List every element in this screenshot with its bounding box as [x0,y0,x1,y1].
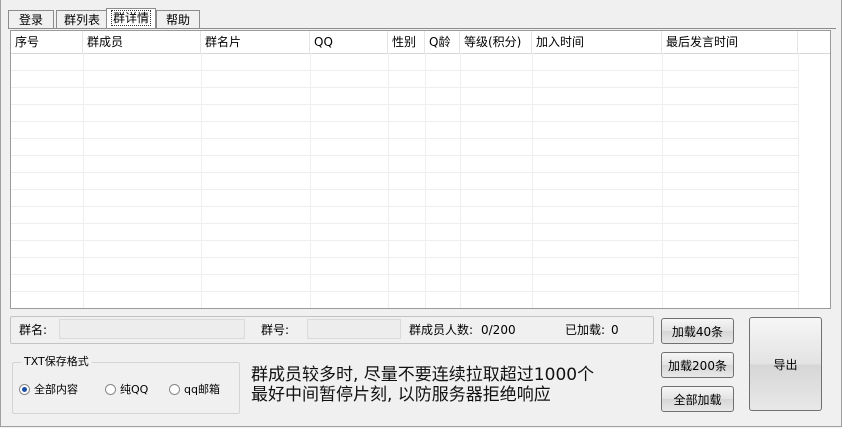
export-button[interactable]: 导出 [749,317,822,411]
tab-login[interactable]: 登录 [8,10,54,28]
column-header-index[interactable]: 序号 [11,31,83,53]
load-200-button[interactable]: 加载200条 [661,352,734,378]
grid-row-line [11,138,798,139]
group-id-field[interactable] [307,319,401,339]
radio-qq-only[interactable]: 纯QQ [105,383,148,397]
grid-column-line [532,53,533,308]
loaded-count-value: 0 [611,323,619,337]
txt-format-title: TXT保存格式 [21,355,92,369]
grid-row-line [11,172,798,173]
loaded-count-label: 已加载: [565,323,606,337]
grid-row-line [11,121,798,122]
member-count-label: 群成员人数: [409,323,474,337]
radio-qq-email-label: qq邮箱 [184,383,220,396]
grid-row-line [11,291,798,292]
radio-qq-only-label: 纯QQ [120,383,149,396]
grid-row-line [11,274,798,275]
column-header-qq[interactable]: QQ [310,31,388,53]
grid-row-line [11,70,798,71]
grid-row-line [11,189,798,190]
column-header-level[interactable]: 等级(积分) [460,31,532,53]
group-id-label: 群号: [261,323,290,337]
column-header-member[interactable]: 群成员 [83,31,201,53]
radio-selected-icon [19,384,30,395]
grid-row-line [11,206,798,207]
member-table[interactable]: 序号 群成员 群名片 QQ 性别 Q龄 等级(积分) 加入时间 最后发言时间 [10,30,831,309]
column-header-join-time[interactable]: 加入时间 [532,31,662,53]
column-header-qq-age[interactable]: Q龄 [425,31,460,53]
tab-divider [8,28,836,29]
group-name-label: 群名: [19,323,48,337]
grid-row-line [11,155,798,156]
grid-row-line [11,104,798,105]
notice-line-2: 最好中间暂停片刻, 以防服务器拒绝响应 [251,385,551,405]
radio-unselected-icon [105,384,116,395]
radio-qq-email[interactable]: qq邮箱 [169,383,220,397]
grid-row-line [11,308,798,309]
grid-column-line [83,53,84,308]
tab-group-list[interactable]: 群列表 [56,10,108,28]
radio-unselected-icon [169,384,180,395]
tab-group-detail-label: 群详情 [111,10,152,26]
grid-column-line [310,53,311,308]
grid-column-line [798,53,799,308]
column-header-last-speak[interactable]: 最后发言时间 [662,31,798,53]
grid-column-line [201,53,202,308]
table-header: 序号 群成员 群名片 QQ 性别 Q龄 等级(积分) 加入时间 最后发言时间 [11,31,830,54]
group-name-field[interactable] [59,319,245,339]
column-header-gender[interactable]: 性别 [388,31,425,53]
grid-column-line [460,53,461,308]
radio-all-content[interactable]: 全部内容 [19,383,78,397]
column-header-card[interactable]: 群名片 [201,31,310,53]
notice-line-1: 群成员较多时, 尽量不要连续拉取超过1000个 [251,365,595,385]
radio-all-content-label: 全部内容 [34,383,78,396]
notice-text: 群成员较多时, 尽量不要连续拉取超过1000个 最好中间暂停片刻, 以防服务器拒… [251,365,594,405]
grid-column-line [388,53,389,308]
grid-row-line [11,87,798,88]
txt-format-groupbox: TXT保存格式 全部内容 纯QQ qq邮箱 [12,355,240,414]
group-info-bar: 群名: 群号: 群成员人数: 0/200 已加载: 0 [10,316,654,344]
grid-column-line [425,53,426,308]
grid-row-line [11,257,798,258]
load-all-button[interactable]: 全部加载 [661,386,734,412]
tab-group-detail[interactable]: 群详情 [106,8,156,28]
grid-row-line [11,223,798,224]
member-count-value: 0/200 [481,323,516,337]
load-40-button[interactable]: 加载40条 [661,318,734,344]
grid-row-line [11,240,798,241]
tab-help[interactable]: 帮助 [156,10,200,28]
grid-column-line [662,53,663,308]
